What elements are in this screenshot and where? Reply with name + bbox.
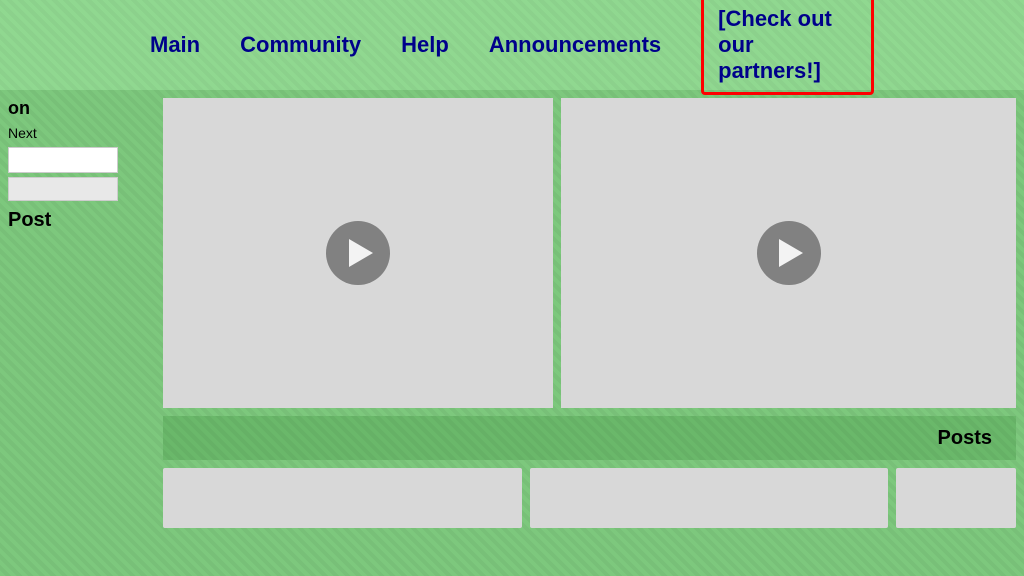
sidebar-input-1[interactable] xyxy=(8,147,118,173)
main-content: on Next Post xyxy=(0,90,1024,576)
left-sidebar: on Next Post xyxy=(0,90,155,576)
posts-bar: Posts xyxy=(163,416,1016,460)
nav-community[interactable]: Community xyxy=(240,32,361,58)
nav-announcements[interactable]: Announcements xyxy=(489,32,661,58)
sidebar-on-label: on xyxy=(8,98,147,119)
page-wrapper: Main Community Help Announcements [Check… xyxy=(0,0,1024,576)
bottom-card-1 xyxy=(163,468,522,528)
bottom-row xyxy=(163,468,1016,576)
nav-partners[interactable]: [Check out our partners!] xyxy=(701,0,874,95)
posts-label: Posts xyxy=(938,427,992,450)
nav-help[interactable]: Help xyxy=(401,32,449,58)
play-button-right[interactable] xyxy=(757,221,821,285)
bottom-card-3 xyxy=(896,468,1016,528)
sidebar-input-2 xyxy=(8,177,118,201)
navbar: Main Community Help Announcements [Check… xyxy=(0,0,1024,90)
play-triangle-left xyxy=(349,239,373,267)
play-triangle-right xyxy=(779,239,803,267)
play-button-left[interactable] xyxy=(326,221,390,285)
video-row xyxy=(163,98,1016,408)
sidebar-next-label: Next xyxy=(8,125,147,141)
bottom-card-2 xyxy=(530,468,889,528)
nav-main[interactable]: Main xyxy=(150,32,200,58)
sidebar-post-label: Post xyxy=(8,209,147,232)
center-area: Posts xyxy=(155,90,1024,576)
video-panel-right xyxy=(561,98,1016,408)
video-panel-left xyxy=(163,98,553,408)
